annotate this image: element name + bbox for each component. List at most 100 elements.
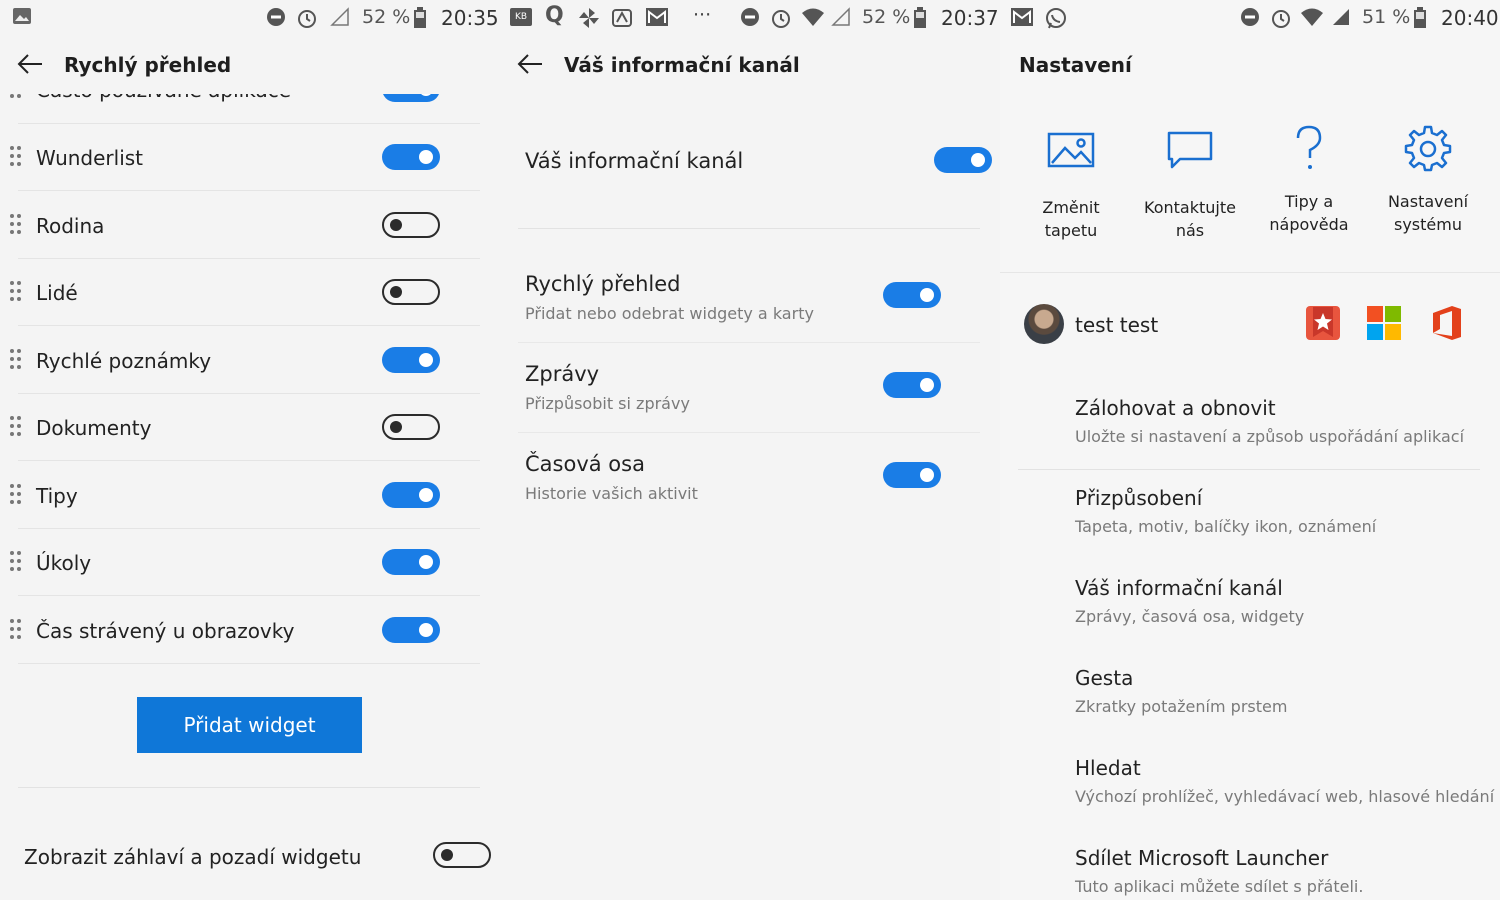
widget-header-toggle[interactable] xyxy=(433,842,491,868)
list-item[interactable]: Rychlé poznámky xyxy=(0,327,480,394)
toggle-switch[interactable] xyxy=(382,279,440,305)
back-arrow-icon[interactable] xyxy=(16,52,44,76)
drag-handle-icon[interactable] xyxy=(10,618,24,643)
toggle-switch[interactable] xyxy=(382,346,440,373)
toggle-switch[interactable] xyxy=(382,211,440,238)
divider xyxy=(518,228,980,229)
battery-percent: 51 % xyxy=(1362,6,1411,28)
battery-icon xyxy=(1414,7,1426,28)
qa-label-line2: tapetu xyxy=(1044,221,1098,240)
chevron-right-icon[interactable] xyxy=(462,280,476,304)
item-subtitle: Historie vašich aktivit xyxy=(525,484,698,503)
back-arrow-icon[interactable] xyxy=(516,52,544,76)
whatsapp-icon xyxy=(1046,8,1066,29)
menu-title: Zálohovat a obnovit xyxy=(1075,396,1276,420)
pinwheel-icon xyxy=(579,8,599,28)
item-title: Rychlý přehled xyxy=(525,272,681,296)
row-label: Wunderlist xyxy=(36,146,144,170)
item-subtitle: Přizpůsobit si zprávy xyxy=(525,394,690,413)
battery-icon xyxy=(914,7,926,28)
list-item[interactable]: Úkoly xyxy=(0,529,480,596)
settings-menu-item[interactable]: Hledat Výchozí prohlížeč, vyhledávací web… xyxy=(1000,740,1500,830)
app-bar: Váš informační kanál xyxy=(500,34,1000,94)
bank-app-icon: KB xyxy=(510,8,532,26)
menu-subtitle: Tapeta, motiv, balíčky ikon, oznámení xyxy=(1075,517,1377,536)
user-name: test test xyxy=(1075,313,1159,337)
help-tips-button[interactable]: Tipy a nápověda xyxy=(1249,125,1369,236)
qa-label-line1: Nastavení xyxy=(1387,192,1469,211)
feed-item[interactable]: Zprávy Přizpůsobit si zprávy xyxy=(500,360,980,450)
qa-label-line1: Změnit xyxy=(1042,198,1100,217)
dnd-icon xyxy=(741,8,759,26)
add-widget-button[interactable]: Přidat widget xyxy=(137,697,362,753)
row-label: Úkoly xyxy=(36,551,92,575)
alarm-icon xyxy=(1272,10,1290,28)
screenshots-collage: 52 % 20:35 Rychlý přehled Často používan… xyxy=(0,0,1500,900)
feed-toggle[interactable] xyxy=(934,147,992,173)
feed-item[interactable]: Rychlý přehled Přidat nebo odebrat widget… xyxy=(500,270,980,360)
battery-icon xyxy=(414,7,426,28)
dnd-icon xyxy=(267,8,285,26)
drag-handle-icon[interactable] xyxy=(10,146,24,170)
row-label: Dokumenty xyxy=(36,416,152,440)
toggle-switch[interactable] xyxy=(883,462,941,488)
toggle-switch[interactable] xyxy=(382,616,440,643)
chat-icon xyxy=(1167,131,1213,169)
row-label: Rodina xyxy=(36,213,105,238)
settings-menu-item[interactable]: Sdílet Microsoft Launcher Tuto aplikaci m… xyxy=(1000,830,1500,900)
toggle-switch[interactable] xyxy=(382,481,440,508)
toggle-switch[interactable] xyxy=(382,549,440,575)
office-logo-icon[interactable] xyxy=(1430,305,1464,341)
drag-handle-icon[interactable] xyxy=(10,483,24,508)
widget-header-toggle-label: Zobrazit záhlaví a pozadí widgetu xyxy=(24,845,362,869)
item-subtitle: Přidat nebo odebrat widgety a karty xyxy=(525,304,814,323)
settings-menu-item[interactable]: Váš informační kanál Zprávy, časová osa, … xyxy=(1000,560,1500,650)
drag-handle-icon[interactable] xyxy=(10,416,24,440)
settings-screen: 51 % 20:40 Nastavení Změnit tapetu Konta… xyxy=(1000,0,1500,900)
drag-handle-icon[interactable] xyxy=(10,551,24,575)
avatar[interactable] xyxy=(1024,304,1064,344)
gallery-icon xyxy=(13,8,31,24)
feed-item[interactable]: Časová osa Historie vašich aktivit xyxy=(500,450,980,540)
toggle-switch[interactable] xyxy=(883,372,941,398)
menu-title: Váš informační kanál xyxy=(1075,576,1283,600)
quick-view-screen: 52 % 20:35 Rychlý přehled Často používan… xyxy=(0,0,500,900)
list-item[interactable]: Rodina xyxy=(0,192,480,259)
chevron-right-icon[interactable] xyxy=(963,283,977,307)
list-item[interactable]: Lidé xyxy=(0,259,480,326)
drag-handle-icon[interactable] xyxy=(10,281,24,305)
contact-us-button[interactable]: Kontaktujte nás xyxy=(1130,130,1250,242)
toggle-switch[interactable] xyxy=(883,282,941,308)
status-bar: 51 % 20:40 xyxy=(1000,0,1500,34)
row-label: Lidé xyxy=(36,281,78,305)
microsoft-logo-icon[interactable] xyxy=(1367,306,1401,340)
clock: 20:40 xyxy=(1441,6,1499,30)
gear-icon xyxy=(1404,125,1452,172)
chevron-right-icon[interactable] xyxy=(963,373,977,397)
menu-subtitle: Uložte si nastavení a způsob uspořádání … xyxy=(1075,427,1465,446)
page-title: Váš informační kanál xyxy=(564,53,800,77)
chevron-right-icon[interactable] xyxy=(462,145,476,169)
signal-icon xyxy=(831,7,850,26)
wunderlist-icon[interactable] xyxy=(1305,305,1341,341)
page-title: Nastavení xyxy=(1019,53,1132,77)
toggle-switch[interactable] xyxy=(382,144,440,170)
divider xyxy=(518,432,980,433)
settings-menu-item[interactable]: Přizpůsobení Tapeta, motiv, balíčky ikon,… xyxy=(1000,470,1500,560)
drag-handle-icon[interactable] xyxy=(10,348,24,373)
change-wallpaper-button[interactable]: Změnit tapetu xyxy=(1011,130,1131,242)
system-settings-button[interactable]: Nastavení systému xyxy=(1368,125,1488,236)
settings-menu-item[interactable]: Gesta Zkratky potažením prstem xyxy=(1000,650,1500,740)
feed-toggle-label: Váš informační kanál xyxy=(525,149,744,173)
chevron-right-icon[interactable] xyxy=(462,550,476,574)
toggle-switch[interactable] xyxy=(382,414,440,440)
settings-menu-item[interactable]: Zálohovat a obnovit Uložte si nastavení a… xyxy=(1000,380,1500,470)
list-item[interactable]: Tipy xyxy=(0,462,480,529)
drag-handle-icon[interactable] xyxy=(10,213,24,238)
app-logo-icon xyxy=(612,9,632,27)
list-item[interactable]: Wunderlist xyxy=(0,124,480,191)
page-title: Rychlý přehled xyxy=(64,53,232,77)
list-item[interactable]: Dokumenty xyxy=(0,394,480,461)
list-item[interactable]: Čas strávený u obrazovky xyxy=(0,597,480,664)
wifi-icon xyxy=(802,8,824,26)
